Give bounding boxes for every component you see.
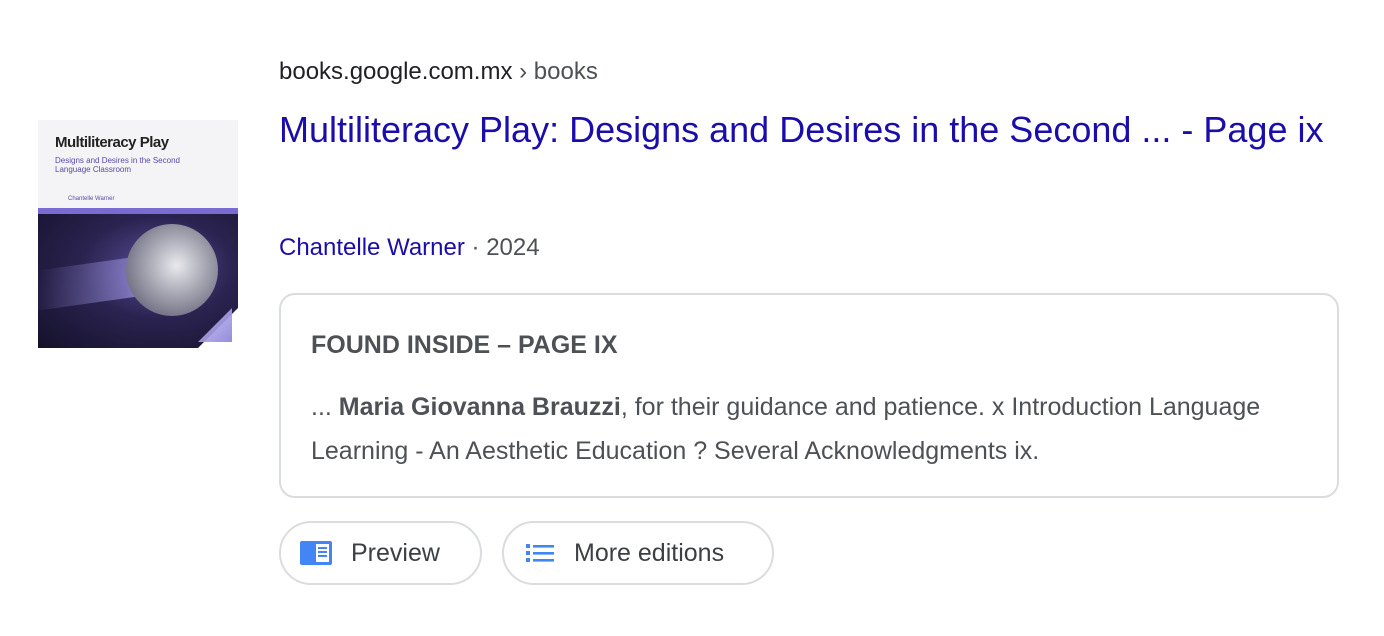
byline: Chantelle Warner · 2024 bbox=[279, 234, 540, 262]
byline-separator: · bbox=[471, 234, 480, 261]
list-icon bbox=[526, 543, 554, 563]
found-inside-card: FOUND INSIDE – PAGE IX ... Maria Giovann… bbox=[279, 293, 1339, 498]
breadcrumb[interactable]: books.google.com.mx › books bbox=[279, 58, 598, 86]
breadcrumb-separator: › bbox=[519, 58, 528, 85]
breadcrumb-domain: books.google.com.mx bbox=[279, 58, 513, 85]
cover-subtitle: Designs and Desires in the Second Langua… bbox=[55, 156, 180, 174]
snippet-text: ... Maria Giovanna Brauzzi, for their gu… bbox=[311, 385, 1311, 473]
book-preview-icon bbox=[299, 540, 333, 566]
result-title-link[interactable]: Multiliteracy Play: Designs and Desires … bbox=[279, 104, 1339, 156]
snippet-highlight: Maria Giovanna Brauzzi bbox=[338, 393, 621, 421]
more-editions-button[interactable]: More editions bbox=[502, 521, 774, 585]
publication-year: 2024 bbox=[486, 234, 540, 261]
cover-author: Chantelle Warner bbox=[68, 196, 115, 202]
more-editions-label: More editions bbox=[574, 538, 725, 567]
author-link[interactable]: Chantelle Warner bbox=[279, 234, 465, 261]
snippet-prefix: ... bbox=[311, 393, 339, 421]
search-result: Multiliteracy Play Designs and Desires i… bbox=[0, 0, 1384, 636]
preview-label: Preview bbox=[351, 538, 440, 567]
cover-title: Multiliteracy Play bbox=[55, 134, 169, 151]
breadcrumb-path: books bbox=[533, 58, 598, 85]
preview-button[interactable]: Preview bbox=[279, 521, 482, 585]
book-cover-image[interactable]: Multiliteracy Play Designs and Desires i… bbox=[38, 120, 238, 348]
found-inside-heading: FOUND INSIDE – PAGE IX bbox=[311, 331, 618, 359]
